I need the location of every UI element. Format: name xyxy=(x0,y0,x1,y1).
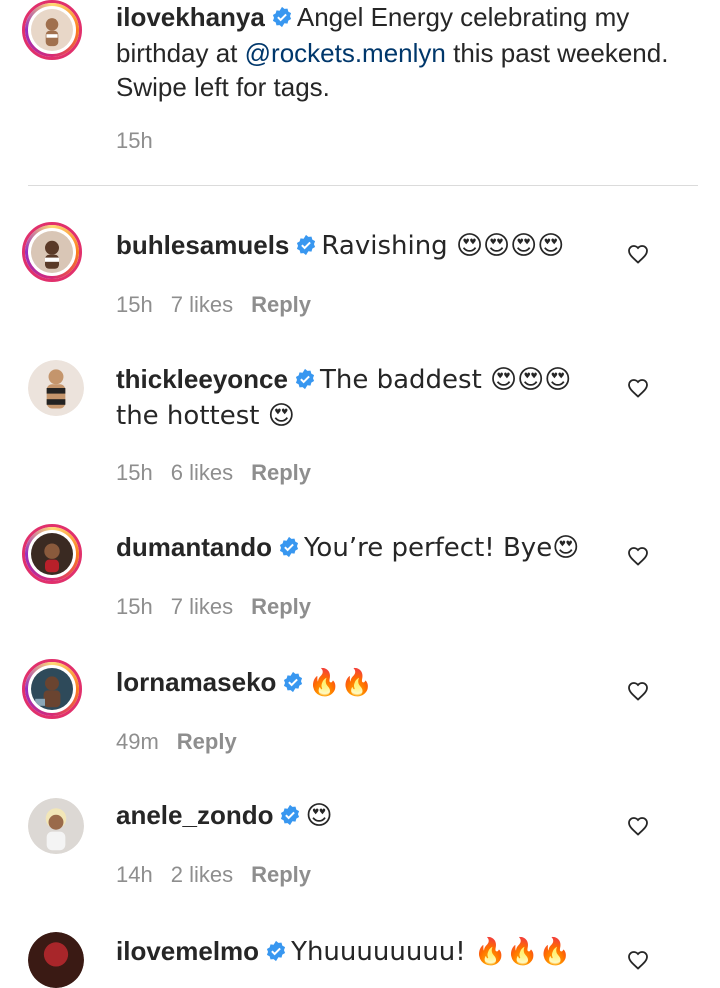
verified-badge-icon xyxy=(271,2,293,36)
commenter-avatar[interactable] xyxy=(22,659,82,719)
comment-meta: 15h 6 likes Reply xyxy=(116,460,329,486)
comment-text: ilovemelmo Yhuuuuuuuu! 🔥🔥🔥 xyxy=(116,934,571,970)
comment-body: Ravishing 😍😍😍😍 xyxy=(321,231,565,261)
comment-time: 15h xyxy=(116,292,153,317)
comment-text: dumantando You’re perfect! Bye😍 xyxy=(116,530,579,566)
reply-button[interactable]: Reply xyxy=(251,594,311,619)
verified-badge-icon xyxy=(278,532,300,566)
comment-time: 14h xyxy=(116,862,153,887)
reply-button[interactable]: Reply xyxy=(251,862,311,887)
heart-icon[interactable] xyxy=(626,242,650,266)
comment-likes[interactable]: 6 likes xyxy=(171,460,233,485)
comment-username[interactable]: dumantando xyxy=(116,532,272,562)
comment-username[interactable]: buhlesamuels xyxy=(116,230,289,260)
commenter-avatar[interactable] xyxy=(28,932,84,988)
comment-body: 🔥🔥 xyxy=(308,668,374,698)
comment-time: 49m xyxy=(116,729,159,754)
comment-time: 15h xyxy=(116,460,153,485)
heart-icon[interactable] xyxy=(626,376,650,400)
comment-meta: 15h 7 likes Reply xyxy=(116,594,329,620)
comment-body: Yhuuuuuuuu! 🔥🔥🔥 xyxy=(291,937,572,967)
comment-body: 😍 xyxy=(305,801,333,831)
comment-meta: 15h 7 likes Reply xyxy=(116,292,329,318)
heart-icon[interactable] xyxy=(626,814,650,838)
caption-meta: 15h xyxy=(116,128,171,154)
verified-badge-icon xyxy=(279,800,301,834)
comment-username[interactable]: lornamaseko xyxy=(116,667,276,697)
comment-likes[interactable]: 7 likes xyxy=(171,292,233,317)
comment-likes[interactable]: 2 likes xyxy=(171,862,233,887)
heart-icon[interactable] xyxy=(626,544,650,568)
reply-button[interactable]: Reply xyxy=(251,292,311,317)
reply-button[interactable]: Reply xyxy=(251,460,311,485)
comment-text: buhlesamuels Ravishing 😍😍😍😍 xyxy=(116,228,564,264)
verified-badge-icon xyxy=(294,364,316,398)
comment-text: thickleeyonce The baddest 😍😍😍 the hottest… xyxy=(116,362,596,433)
heart-icon[interactable] xyxy=(626,948,650,972)
verified-badge-icon xyxy=(282,667,304,701)
caption-username[interactable]: ilovekhanya xyxy=(116,2,265,32)
commenter-avatar[interactable] xyxy=(22,222,82,282)
comment-body: You’re perfect! Bye😍 xyxy=(304,533,580,563)
comment-time: 15h xyxy=(116,594,153,619)
post-caption: ilovekhanya Angel Energy celebrating my b… xyxy=(0,0,720,186)
comment-meta: 14h 2 likes Reply xyxy=(116,862,329,888)
caption-mention[interactable]: @rockets.menlyn xyxy=(245,38,446,68)
verified-badge-icon xyxy=(265,936,287,970)
commenter-avatar[interactable] xyxy=(28,798,84,854)
reply-button[interactable]: Reply xyxy=(177,729,237,754)
comment-likes[interactable]: 7 likes xyxy=(171,594,233,619)
divider xyxy=(28,185,698,186)
comment-username[interactable]: thickleeyonce xyxy=(116,364,288,394)
caption-avatar[interactable] xyxy=(22,0,82,60)
caption-text: ilovekhanya Angel Energy celebrating my b… xyxy=(116,0,676,104)
verified-badge-icon xyxy=(295,230,317,264)
comment-username[interactable]: anele_zondo xyxy=(116,800,273,830)
comment-text: lornamaseko 🔥🔥 xyxy=(116,665,373,701)
comment-meta: 49m Reply xyxy=(116,729,255,755)
comment-text: anele_zondo 😍 xyxy=(116,798,333,834)
heart-icon[interactable] xyxy=(626,679,650,703)
caption-time: 15h xyxy=(116,128,153,153)
comment-username[interactable]: ilovemelmo xyxy=(116,936,259,966)
commenter-avatar[interactable] xyxy=(28,360,84,416)
commenter-avatar[interactable] xyxy=(22,524,82,584)
